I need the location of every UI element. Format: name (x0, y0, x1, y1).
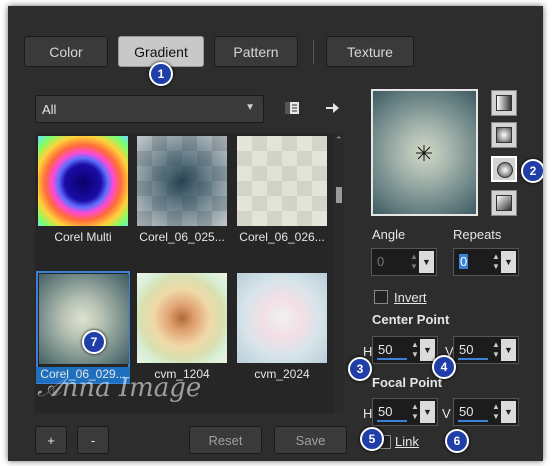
repeats-spinner[interactable]: 0 ▲ ▼ ▼ (453, 248, 519, 276)
center-point-crosshair-icon[interactable] (415, 144, 433, 162)
remove-button-label: - (90, 432, 96, 448)
category-select[interactable]: All ▼ (35, 95, 264, 123)
tab-texture-label: Texture (347, 43, 393, 60)
angle-label: Angle (372, 227, 406, 242)
gradient-thumb-corel-06-025[interactable]: Corel_06_025... (135, 134, 229, 247)
gradient-library-grid: Corel Multi Corel_06_025... Corel_06_026… (35, 133, 340, 413)
center-h-level-bar (377, 358, 407, 360)
badge-7-label: 7 (90, 335, 98, 349)
reset-button-label: Reset (208, 432, 243, 448)
gradient-thumb-corel-multi[interactable]: Corel Multi (36, 134, 130, 247)
badge-6-label: 6 (453, 434, 461, 448)
rectangular-gradient-button[interactable] (491, 122, 517, 148)
library-icon[interactable] (284, 100, 300, 116)
center-v-value: 50 (459, 342, 474, 357)
center-v-spinner[interactable]: 50 ▲ ▼ ▼ (453, 336, 519, 364)
badge-7: 7 (82, 330, 106, 354)
repeats-label: Repeats (453, 227, 502, 242)
tab-color[interactable]: Color (24, 36, 108, 67)
thumb-caption: Corel_06_025... (139, 230, 225, 244)
gradient-thumb-cvm-1204[interactable]: cvm_1204 (135, 271, 229, 384)
invert-checkbox[interactable] (374, 290, 388, 304)
center-h-label: H (363, 344, 373, 359)
remove-button[interactable]: - (77, 426, 109, 454)
focal-h-label: H (363, 406, 373, 421)
tab-pattern[interactable]: Pattern (214, 36, 298, 67)
chevron-down-icon[interactable]: ▼ (501, 401, 516, 423)
focal-v-level-bar (458, 420, 488, 422)
invert-label: Invert (394, 290, 427, 305)
add-button-label: + (47, 432, 55, 448)
chevron-down-icon[interactable]: ▼ (501, 339, 516, 361)
tab-gradient-label: Gradient (134, 43, 188, 60)
save-button-label: Save (295, 432, 326, 448)
arrow-right-icon[interactable] (324, 100, 340, 116)
chevron-down-icon[interactable]: ▼ (420, 401, 435, 423)
repeats-value: 0 (459, 254, 469, 269)
badge-5-label: 5 (368, 432, 376, 446)
linear-gradient-button[interactable] (491, 90, 517, 116)
thumb-caption: Corel_06_026... (239, 230, 325, 244)
grid-scrollbar[interactable]: ⌃ (334, 133, 344, 413)
chevron-down-icon[interactable]: ▼ (501, 251, 516, 273)
center-h-spinner[interactable]: 50 ▲ ▼ ▼ (372, 336, 438, 364)
badge-3-label: 3 (356, 362, 364, 376)
badge-4-label: 4 (440, 360, 448, 374)
gradient-thumb-cvm-2024[interactable]: cvm_2024 (235, 271, 329, 384)
angle-value: 0 (377, 254, 385, 269)
tab-divider (313, 40, 314, 64)
badge-2-label: 2 (529, 164, 537, 178)
rectangular-gradient-icon (496, 127, 512, 143)
focal-v-label: V (442, 406, 451, 421)
chevron-down-icon[interactable]: ▼ (420, 339, 435, 361)
save-button[interactable]: Save (274, 426, 347, 454)
thumb-caption: cvm_2024 (254, 367, 310, 381)
scroll-up-icon[interactable]: ⌃ (335, 135, 343, 146)
radial-gradient-button[interactable] (491, 190, 517, 216)
gradient-preview (237, 136, 327, 226)
badge-5: 5 (360, 427, 384, 451)
reset-button[interactable]: Reset (189, 426, 262, 454)
focal-point-label: Focal Point (372, 375, 443, 390)
material-properties-dialog: Color Gradient Pattern Texture 1 All ▼ C… (8, 6, 543, 461)
center-point-label: Center Point (372, 312, 450, 327)
tab-color-label: Color (49, 43, 83, 60)
gradient-preview (38, 136, 128, 226)
badge-4: 4 (432, 355, 456, 379)
chevron-down-icon[interactable]: ▼ (419, 251, 434, 273)
sunburst-gradient-button[interactable] (491, 156, 517, 182)
badge-3: 3 (348, 357, 372, 381)
gradient-preview-large[interactable] (371, 89, 478, 216)
add-button[interactable]: + (35, 426, 67, 454)
watermark-logo: 𝒜nna Image (37, 373, 202, 403)
focal-v-spinner[interactable]: 50 ▲ ▼ ▼ (453, 398, 519, 426)
radial-gradient-icon (496, 195, 512, 211)
gradient-thumb-corel-06-029[interactable]: Corel_06_029... (36, 271, 130, 384)
angle-spinner[interactable]: 0 ▲ ▼ ▼ (371, 248, 437, 276)
link-label: Link (395, 434, 419, 449)
focal-h-level-bar (377, 420, 407, 422)
center-h-value: 50 (378, 342, 393, 357)
tab-texture[interactable]: Texture (326, 36, 414, 67)
focal-h-value: 50 (378, 404, 393, 419)
category-select-value: All (42, 102, 57, 117)
gradient-thumb-corel-06-026[interactable]: Corel_06_026... (235, 134, 329, 247)
thumb-caption: Corel Multi (54, 230, 112, 244)
center-v-level-bar (458, 358, 488, 360)
badge-6: 6 (445, 429, 469, 453)
focal-v-value: 50 (459, 404, 474, 419)
badge-1: 1 (149, 62, 173, 86)
gradient-preview (237, 273, 327, 363)
gradient-preview (137, 273, 227, 363)
gradient-preview (39, 274, 129, 364)
scroll-thumb[interactable] (336, 187, 342, 203)
badge-2: 2 (521, 159, 543, 183)
gradient-preview (137, 136, 227, 226)
focal-h-spinner[interactable]: 50 ▲ ▼ ▼ (372, 398, 438, 426)
badge-1-label: 1 (157, 67, 165, 81)
sunburst-gradient-icon (497, 162, 513, 178)
chevron-down-icon: ▼ (245, 102, 255, 113)
linear-gradient-icon (496, 95, 512, 111)
tab-pattern-label: Pattern (233, 43, 279, 60)
